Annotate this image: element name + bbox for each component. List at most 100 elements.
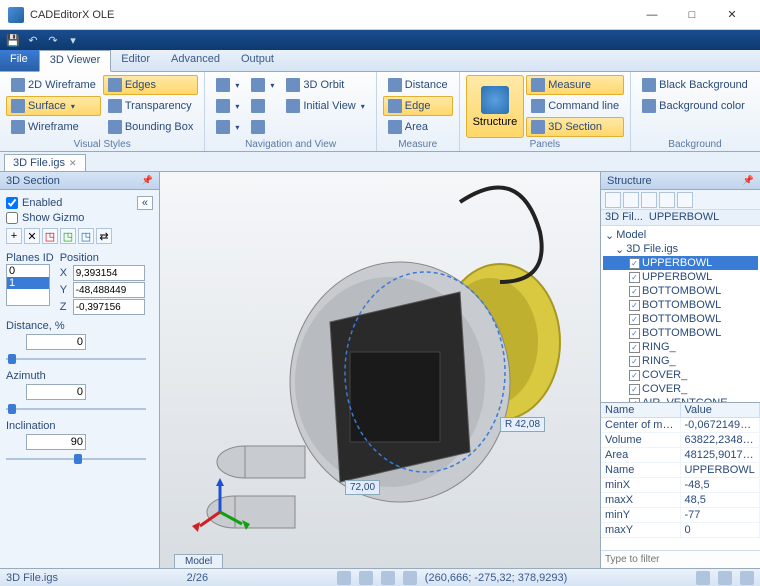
prop-row[interactable]: Volume63822,234894... — [601, 433, 760, 448]
qat-save-icon[interactable]: 💾 — [4, 32, 22, 48]
structure-breadcrumb[interactable]: 3D Fil...UPPERBOWL — [601, 210, 760, 226]
btn-3d-section-panel[interactable]: 3D Section — [526, 117, 624, 137]
input-distance[interactable] — [26, 334, 86, 350]
btn-2d-wireframe[interactable]: 2D Wireframe — [6, 75, 101, 95]
tree-item[interactable]: ✓ BOTTOMBOWL — [603, 312, 758, 326]
tree-item[interactable]: ✓ COVER_ — [603, 368, 758, 382]
btn-measure-panel[interactable]: Measure — [526, 75, 624, 95]
status-icon-6[interactable] — [718, 571, 732, 585]
status-icon-5[interactable] — [696, 571, 710, 585]
plane-row-0[interactable]: 0 — [7, 265, 49, 277]
tool-xy-plane-icon[interactable]: ◳ — [42, 228, 58, 244]
status-icon-7[interactable] — [740, 571, 754, 585]
tool-add-plane-icon[interactable]: + — [6, 228, 22, 244]
tab-advanced[interactable]: Advanced — [161, 50, 231, 71]
tree-item[interactable]: ✓ RING_ — [603, 340, 758, 354]
prop-row[interactable]: minY-77 — [601, 508, 760, 523]
qat-redo-icon[interactable]: ↷ — [44, 32, 62, 48]
prop-row[interactable]: minX-48,5 — [601, 478, 760, 493]
filter-box[interactable] — [601, 550, 760, 568]
tree-item[interactable]: ✓ BOTTOMBOWL — [603, 326, 758, 340]
prop-row[interactable]: NameUPPERBOWL — [601, 463, 760, 478]
btn-view-cube[interactable] — [246, 117, 279, 137]
btn-bounding-box[interactable]: Bounding Box — [103, 117, 199, 137]
structure-tree[interactable]: ⌄ Model ⌄ 3D File.igs ✓ UPPERBOWL ✓ UPPE… — [601, 226, 760, 402]
slider-distance[interactable] — [6, 354, 146, 364]
status-icon-1[interactable] — [337, 571, 351, 585]
btn-nav-2[interactable]: ▾ — [211, 96, 244, 116]
tree-item[interactable]: ✓ BOTTOMBOWL — [603, 284, 758, 298]
btn-distance[interactable]: Distance — [383, 75, 453, 95]
tool-xz-plane-icon[interactable]: ◳ — [60, 228, 76, 244]
close-tab-icon[interactable]: ✕ — [69, 158, 77, 169]
checkbox-show-gizmo[interactable]: Show Gizmo — [6, 212, 153, 224]
btn-edges[interactable]: Edges — [103, 75, 199, 95]
minimize-button[interactable]: — — [632, 1, 672, 29]
btn-transparency[interactable]: Transparency — [103, 96, 199, 116]
btn-background-color[interactable]: Background color — [637, 96, 753, 116]
btn-initial-view[interactable]: Initial View▾ — [281, 96, 369, 116]
status-icon-2[interactable] — [359, 571, 373, 585]
btn-area[interactable]: Area — [383, 117, 453, 137]
planes-list[interactable]: 0 1 — [6, 264, 50, 306]
checkbox-enabled[interactable]: Enabled « — [6, 196, 153, 210]
tool-remove-plane-icon[interactable]: ✕ — [24, 228, 40, 244]
pin-icon[interactable]: 📌 — [142, 175, 153, 186]
prop-row[interactable]: Area48125,901789... — [601, 448, 760, 463]
panel-3d-section: 3D Section📌 Enabled « Show Gizmo + ✕ ◳ ◳… — [0, 172, 160, 568]
planes-id-label: Planes ID — [6, 252, 54, 264]
tool-flip-icon[interactable]: ⇄ — [96, 228, 112, 244]
prop-row[interactable]: maxX48,5 — [601, 493, 760, 508]
viewport-tab-model[interactable]: Model — [174, 554, 223, 568]
prop-row[interactable]: maxY0 — [601, 523, 760, 538]
tool-yz-plane-icon[interactable]: ◳ — [78, 228, 94, 244]
input-azimuth[interactable] — [26, 384, 86, 400]
input-z[interactable] — [73, 299, 145, 315]
btn-zoom-in[interactable]: ▾ — [246, 75, 279, 95]
struct-tool-5-icon[interactable] — [677, 192, 693, 208]
viewport-3d[interactable]: R 42,08 72,00 Model — [160, 172, 600, 568]
struct-tool-3-icon[interactable] — [641, 192, 657, 208]
btn-black-background[interactable]: Black Background — [637, 75, 753, 95]
slider-inclination[interactable] — [6, 454, 146, 464]
struct-tool-4-icon[interactable] — [659, 192, 675, 208]
plane-row-1[interactable]: 1 — [7, 277, 49, 289]
tab-3d-viewer[interactable]: 3D Viewer — [39, 50, 112, 72]
props-col-value[interactable]: Value — [681, 403, 760, 417]
btn-3d-orbit[interactable]: 3D Orbit — [281, 75, 369, 95]
btn-wireframe[interactable]: Wireframe — [6, 117, 101, 137]
btn-nav-1[interactable]: ▾ — [211, 75, 244, 95]
qat-dropdown-icon[interactable]: ▾ — [64, 32, 82, 48]
document-tab[interactable]: 3D File.igs ✕ — [4, 154, 86, 171]
btn-nav-3[interactable]: ▾ — [211, 117, 244, 137]
struct-tool-2-icon[interactable] — [623, 192, 639, 208]
tree-item-selected[interactable]: ✓ UPPERBOWL — [603, 256, 758, 270]
collapse-icon[interactable]: « — [137, 196, 153, 210]
btn-command-line[interactable]: Command line — [526, 96, 624, 116]
tab-output[interactable]: Output — [231, 50, 285, 71]
slider-azimuth[interactable] — [6, 404, 146, 414]
status-icon-3[interactable] — [381, 571, 395, 585]
maximize-button[interactable]: □ — [672, 1, 712, 29]
close-button[interactable]: ✕ — [712, 1, 752, 29]
struct-tool-1-icon[interactable] — [605, 192, 621, 208]
tree-item[interactable]: ✓ BOTTOMBOWL — [603, 298, 758, 312]
tab-editor[interactable]: Editor — [111, 50, 161, 71]
tree-item[interactable]: ✓ RING_ — [603, 354, 758, 368]
input-y[interactable] — [73, 282, 145, 298]
btn-edge[interactable]: Edge — [383, 96, 453, 116]
qat-undo-icon[interactable]: ↶ — [24, 32, 42, 48]
tree-item[interactable]: ✓ UPPERBOWL — [603, 270, 758, 284]
props-col-name[interactable]: Name — [601, 403, 681, 417]
input-x[interactable] — [73, 265, 145, 281]
prop-row[interactable]: Center of mass-0,067214975... — [601, 418, 760, 433]
input-inclination[interactable] — [26, 434, 86, 450]
tab-file[interactable]: File — [0, 50, 39, 71]
btn-zoom-window[interactable] — [246, 96, 279, 116]
btn-structure-panel[interactable]: Structure — [466, 75, 525, 138]
pin-icon[interactable]: 📌 — [743, 175, 754, 186]
tree-item[interactable]: ✓ COVER_ — [603, 382, 758, 396]
status-icon-4[interactable] — [403, 571, 417, 585]
filter-input[interactable] — [601, 551, 760, 568]
btn-surface[interactable]: Surface▾ — [6, 96, 101, 116]
